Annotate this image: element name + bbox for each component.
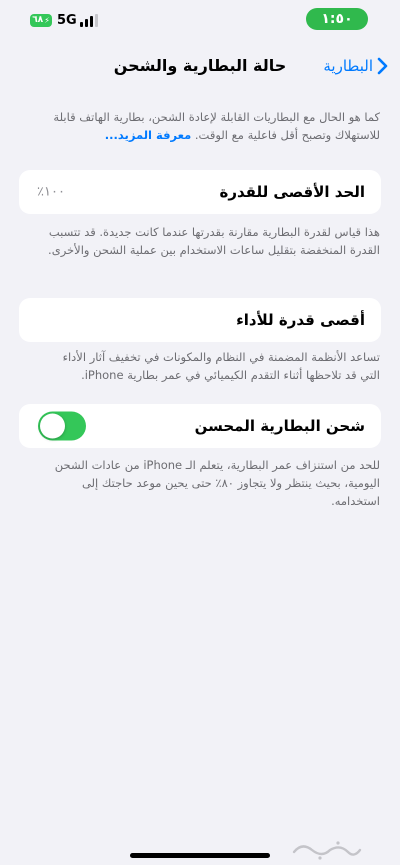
status-bar: ٦٨ ⚡ 5G ١:٥٠ — [0, 0, 400, 40]
learn-more-link[interactable]: معرفة المزيد... — [105, 128, 191, 142]
toggle-knob — [40, 413, 65, 439]
battery-level: ٦٨ — [32, 15, 44, 25]
optimized-charging-toggle[interactable] — [38, 411, 86, 441]
cellular-signal-icon — [80, 14, 98, 27]
charging-bolt-icon: ⚡ — [44, 16, 50, 25]
status-time: ١:٥٠ — [306, 8, 368, 30]
optimized-charging-footer: للحد من استنزاف عمر البطارية، يتعلم الـ … — [54, 458, 380, 508]
home-indicator[interactable] — [130, 853, 270, 858]
battery-charging-icon: ٦٨ ⚡ — [30, 14, 52, 27]
back-button-label: البطارية — [323, 57, 373, 75]
navigation-bar: حالة البطارية والشحن البطارية — [0, 48, 400, 84]
chevron-right-icon — [377, 57, 388, 75]
optimized-charging-row: شحن البطارية المحسن — [19, 404, 381, 448]
intro-note: كما هو الحال مع البطاريات القابلة لإعادة… — [40, 108, 380, 144]
max-capacity-value: ٪١٠٠ — [37, 184, 65, 200]
peak-performance-footer: تساعد الأنظمة المضمنة في النظام والمكونا… — [62, 350, 380, 382]
max-capacity-row: الحد الأقصى للقدرة ٪١٠٠ — [19, 170, 381, 214]
watermark-logo-icon — [292, 841, 362, 860]
network-type: 5G — [57, 13, 77, 28]
max-capacity-footer: هذا قياس لقدرة البطارية مقارنة بقدرتها ع… — [48, 225, 380, 257]
intro-text: كما هو الحال مع البطاريات القابلة لإعادة… — [53, 110, 380, 142]
peak-performance-label: أقصى قدرة للأداء — [236, 311, 365, 329]
back-button[interactable]: البطارية — [323, 54, 388, 78]
peak-performance-row: أقصى قدرة للأداء — [19, 298, 381, 342]
time-label: ١:٥٠ — [321, 11, 353, 27]
optimized-charging-label: شحن البطارية المحسن — [194, 417, 365, 435]
max-capacity-label: الحد الأقصى للقدرة — [219, 183, 366, 201]
